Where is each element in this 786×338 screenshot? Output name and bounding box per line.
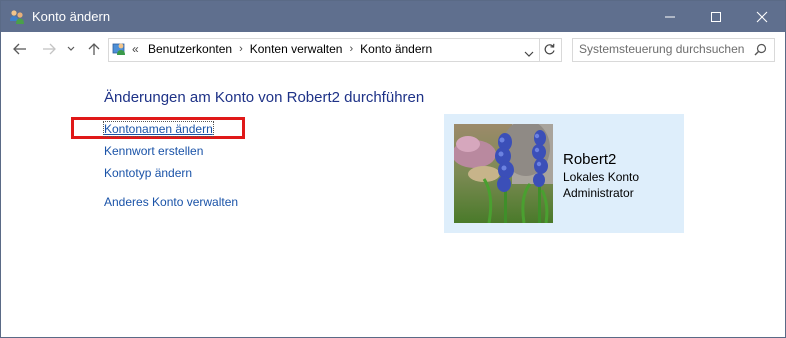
manage-other-account-link[interactable]: Anderes Konto verwalten: [104, 195, 238, 209]
avatar: [454, 124, 553, 223]
chevron-right-icon[interactable]: ›: [235, 43, 247, 55]
back-button[interactable]: [11, 40, 29, 58]
breadcrumb-item[interactable]: Konten verwalten: [247, 42, 346, 56]
back-arrow-icon: [13, 43, 26, 55]
maximize-button[interactable]: [693, 1, 739, 32]
change-account-type-link[interactable]: Kontotyp ändern: [104, 166, 192, 180]
breadcrumb-item[interactable]: Benutzerkonten: [145, 42, 235, 56]
chevron-right-icon[interactable]: ›: [345, 43, 357, 55]
title-bar: Konto ändern: [1, 1, 785, 32]
account-name: Robert2: [563, 151, 617, 168]
account-type: Lokales Konto: [563, 170, 640, 184]
minimize-icon: [665, 16, 675, 17]
refresh-icon: [544, 43, 555, 55]
search-icon[interactable]: [754, 43, 767, 61]
window: Konto ändern « Benutzerkonten › Konten v…: [0, 0, 786, 338]
divider: [539, 39, 540, 61]
breadcrumb-item[interactable]: Konto ändern: [357, 42, 435, 56]
close-icon: [756, 11, 768, 22]
page-title: Änderungen am Konto von Robert2 durchfüh…: [104, 89, 425, 106]
up-button[interactable]: [85, 40, 103, 58]
forward-button[interactable]: [40, 40, 58, 58]
close-button[interactable]: [739, 1, 785, 32]
address-dropdown-button[interactable]: [524, 45, 534, 63]
up-arrow-icon: [88, 43, 100, 55]
breadcrumb-overflow[interactable]: «: [132, 42, 139, 56]
chevron-down-icon: [67, 46, 75, 51]
address-bar[interactable]: « Benutzerkonten › Konten verwalten › Ko…: [108, 38, 562, 62]
users-icon: [9, 9, 25, 25]
maximize-icon: [711, 11, 721, 22]
recent-locations-button[interactable]: [65, 40, 77, 58]
create-password-link[interactable]: Kennwort erstellen: [104, 144, 203, 158]
breadcrumb: Benutzerkonten › Konten verwalten › Kont…: [145, 42, 435, 56]
search-box[interactable]: [572, 38, 775, 62]
forward-arrow-icon: [43, 43, 56, 55]
control-panel-icon: [112, 41, 128, 62]
chevron-down-icon: [524, 51, 534, 57]
account-role: Administrator: [563, 186, 634, 200]
rename-account-link[interactable]: Kontonamen ändern: [103, 121, 214, 137]
minimize-button[interactable]: [647, 1, 693, 32]
window-title: Konto ändern: [32, 9, 111, 24]
search-input[interactable]: [579, 42, 749, 56]
refresh-button[interactable]: [543, 43, 556, 61]
